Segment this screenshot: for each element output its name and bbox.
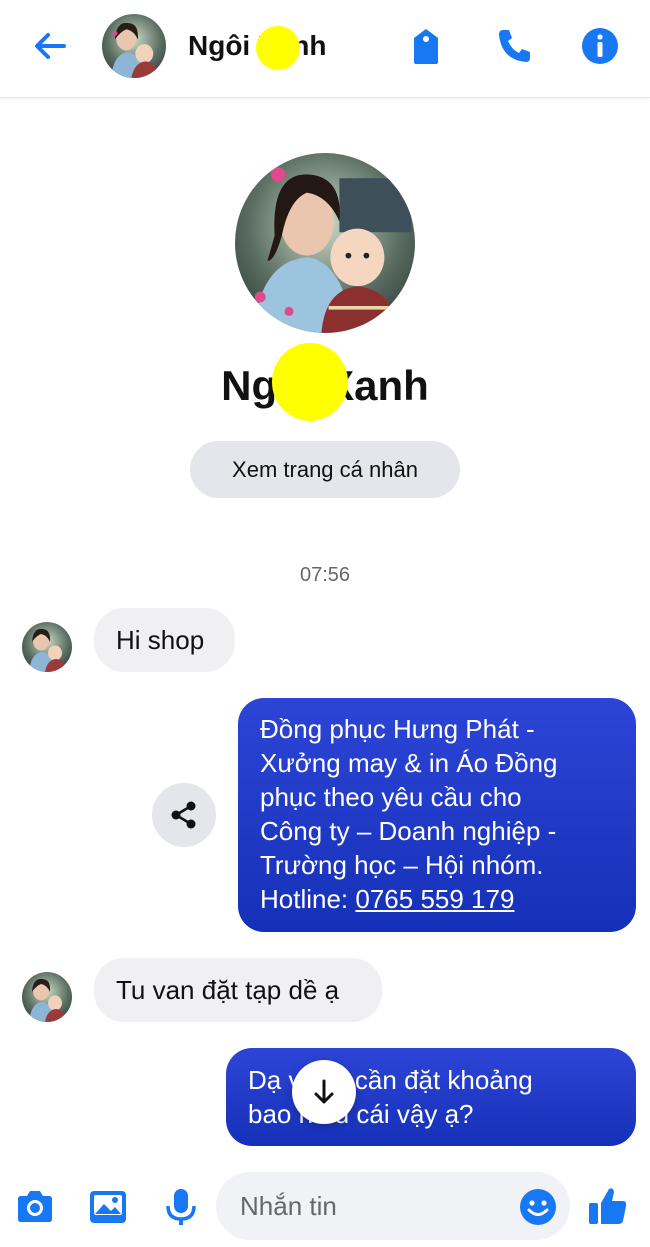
message-bubble-incoming[interactable]: Hi shop [94,608,235,672]
message-input-placeholder: Nhắn tin [240,1190,337,1221]
message-line: phục theo yêu cầu cho [260,782,522,812]
hotline-phone-link[interactable]: 0765 559 179 [355,884,514,914]
share-button[interactable] [152,783,216,847]
share-icon [171,801,196,829]
back-arrow-icon[interactable] [28,24,72,68]
message-input[interactable]: Nhắn tin [216,1172,570,1240]
scroll-to-bottom-button[interactable] [292,1060,356,1124]
message-text: Hi shop [116,624,205,655]
emoji-icon[interactable] [518,1187,558,1227]
message-text: Tu van đặt tạp dề ạ [116,974,340,1005]
phone-icon[interactable] [494,26,534,66]
image-icon[interactable] [87,1186,129,1228]
view-profile-button[interactable]: Xem trang cá nhân [190,441,460,498]
message-line: Xưởng may & in Áo Đồng [260,748,558,778]
camera-icon[interactable] [14,1186,56,1228]
message-line: Đồng phục Hưng Phát - [260,714,535,744]
microphone-icon[interactable] [160,1186,202,1228]
chat-header: Ngôi Xanh [0,0,650,98]
info-icon[interactable] [580,26,620,66]
message-bubble-outgoing[interactable]: Dạ v Chị cần đặt khoảng bao n ều cái vậy… [226,1048,636,1146]
message-composer: Nhắn tin [0,1166,650,1247]
redaction-mask [272,343,348,421]
thumbs-up-icon[interactable] [586,1184,630,1228]
message-bubble-outgoing[interactable]: Đồng phục Hưng Phát - Xưởng may & in Áo … [238,698,636,932]
hotline-line: Hotline: 0765 559 179 [260,882,614,916]
message-line: Công ty – Doanh nghiệp - [260,816,557,846]
tag-icon[interactable] [406,26,446,66]
redaction-mask [256,26,300,70]
sender-avatar[interactable] [22,972,72,1022]
contact-avatar[interactable] [102,14,166,78]
message-line: Trường học – Hội nhóm. [260,850,544,880]
hotline-label: Hotline: [260,884,356,914]
arrow-down-icon [314,1079,334,1104]
sender-avatar[interactable] [22,622,72,672]
message-timestamp: 07:56 [299,564,351,586]
message-bubble-incoming[interactable]: Tu van đặt tạp dề ạ [94,958,382,1022]
profile-avatar-large[interactable] [235,153,415,333]
